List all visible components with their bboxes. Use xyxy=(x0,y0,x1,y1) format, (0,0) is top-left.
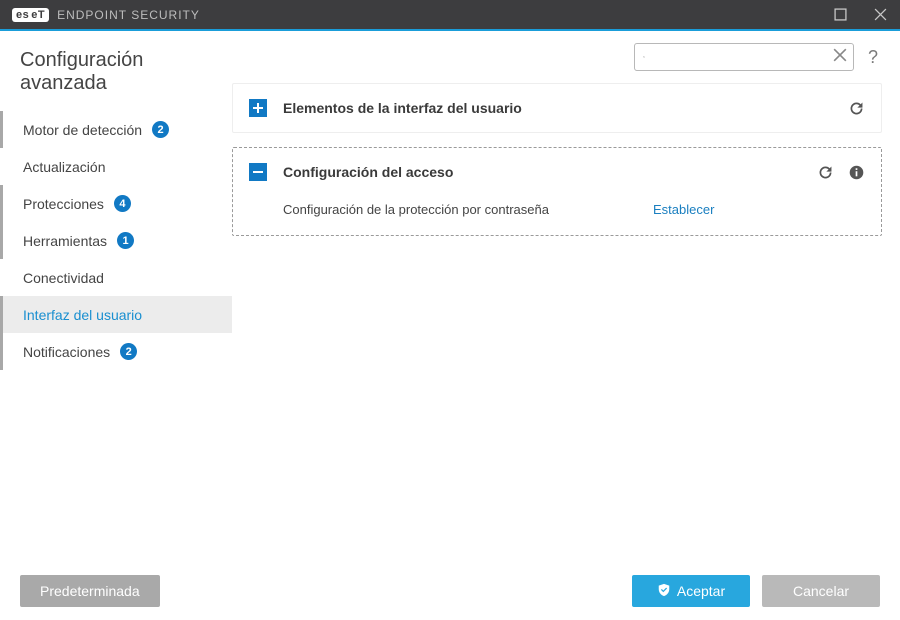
info-icon[interactable] xyxy=(848,164,865,181)
sidebar-item-label: Notificaciones xyxy=(23,344,110,360)
search-input[interactable] xyxy=(645,45,833,69)
title-bar: eseT ENDPOINT SECURITY xyxy=(0,0,900,31)
setting-row: Configuración de la protección por contr… xyxy=(283,202,865,217)
brand-logo: eseT xyxy=(12,8,49,22)
panel-icons xyxy=(817,164,865,181)
sidebar-badge: 4 xyxy=(114,195,131,212)
window-close-button[interactable] xyxy=(860,0,900,30)
sidebar-item-label: Protecciones xyxy=(23,196,104,212)
help-button[interactable]: ? xyxy=(864,47,882,68)
default-button[interactable]: Predeterminada xyxy=(20,575,160,607)
sidebar: Configuración avanzada Motor de detecció… xyxy=(0,31,232,562)
panel-header[interactable]: Configuración del acceso xyxy=(233,148,881,196)
accept-button-label: Aceptar xyxy=(677,583,725,599)
brand-badge: eseT xyxy=(12,8,49,22)
sidebar-badge: 1 xyxy=(117,232,134,249)
settings-panel: Configuración del acceso Configuración de… xyxy=(232,147,882,236)
sidebar-badge: 2 xyxy=(120,343,137,360)
panel-icons xyxy=(848,100,865,117)
nav-list: Motor de detección 2 Actualización Protecci… xyxy=(0,111,232,370)
sidebar-item[interactable]: Conectividad xyxy=(0,259,232,296)
sidebar-item[interactable]: Interfaz del usuario xyxy=(0,296,232,333)
panel-title: Elementos de la interfaz del usuario xyxy=(283,100,848,116)
x-icon xyxy=(833,48,847,62)
sidebar-item-label: Herramientas xyxy=(23,233,107,249)
top-bar: ? xyxy=(232,43,882,71)
maximize-icon xyxy=(834,8,847,21)
reset-icon[interactable] xyxy=(848,100,865,117)
sidebar-item-label: Actualización xyxy=(23,159,106,175)
content-area: Configuración avanzada Motor de detecció… xyxy=(0,31,900,562)
expand-icon[interactable] xyxy=(249,99,267,117)
setting-action-link[interactable]: Establecer xyxy=(653,202,714,217)
setting-label: Configuración de la protección por contr… xyxy=(283,202,653,217)
footer-bar: Predeterminada Aceptar Cancelar xyxy=(0,562,900,620)
sidebar-item[interactable]: Protecciones 4 xyxy=(0,185,232,222)
page-title: Configuración avanzada xyxy=(0,49,232,105)
search-clear-button[interactable] xyxy=(833,48,847,67)
reset-icon[interactable] xyxy=(817,164,834,181)
collapse-icon[interactable] xyxy=(249,163,267,181)
sidebar-item[interactable]: Herramientas 1 xyxy=(0,222,232,259)
window-maximize-button[interactable] xyxy=(820,0,860,30)
sidebar-item[interactable]: Motor de detección 2 xyxy=(0,111,232,148)
main-panel: ? Elementos de la interfaz del usuario Co… xyxy=(232,31,900,562)
sidebar-item[interactable]: Notificaciones 2 xyxy=(0,333,232,370)
panel-header[interactable]: Elementos de la interfaz del usuario xyxy=(233,84,881,132)
accept-button[interactable]: Aceptar xyxy=(632,575,750,607)
panel-body: Configuración de la protección por contr… xyxy=(233,196,881,235)
sidebar-item-label: Conectividad xyxy=(23,270,104,286)
panel-title: Configuración del acceso xyxy=(283,164,817,180)
close-icon xyxy=(874,8,887,21)
sidebar-item-label: Interfaz del usuario xyxy=(23,307,142,323)
search-box[interactable] xyxy=(634,43,854,71)
product-name: ENDPOINT SECURITY xyxy=(57,8,200,22)
cancel-button[interactable]: Cancelar xyxy=(762,575,880,607)
shield-icon xyxy=(657,583,671,600)
sidebar-item-label: Motor de detección xyxy=(23,122,142,138)
sidebar-item[interactable]: Actualización xyxy=(0,148,232,185)
settings-panel: Elementos de la interfaz del usuario xyxy=(232,83,882,133)
sidebar-badge: 2 xyxy=(152,121,169,138)
panels-container: Elementos de la interfaz del usuario Conf… xyxy=(232,83,882,236)
